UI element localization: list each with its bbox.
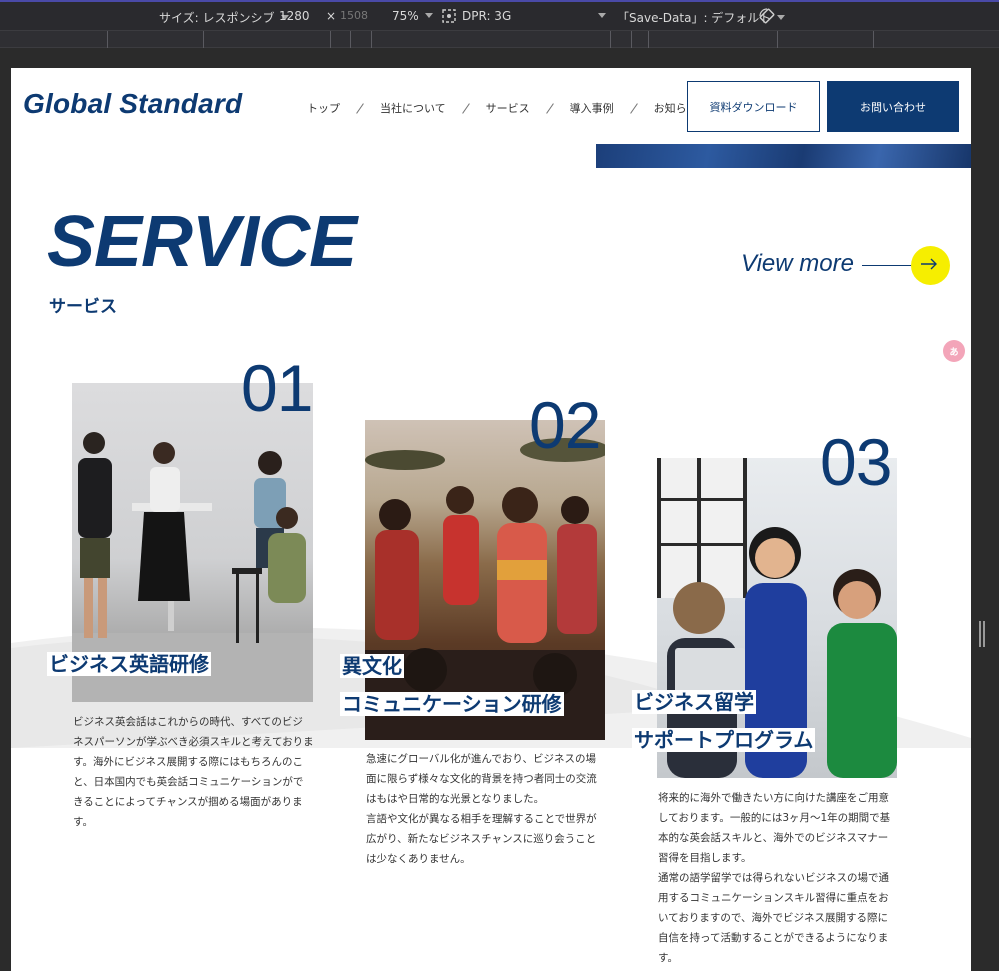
times-symbol: × — [326, 9, 337, 23]
hero-image-strip — [596, 144, 971, 168]
card-description: 将来的に海外で働きたい方に向けた講座をご用意 しております。一般的には3ヶ月〜1… — [658, 788, 908, 968]
section-title: SERVICE — [47, 202, 357, 282]
card-title-line: サポートプログラム — [632, 728, 816, 752]
card-title-line: コミュニケーション研修 — [340, 692, 564, 716]
card-description-line: ビジネス英会話はこれからの時代、すべてのビジ — [73, 716, 303, 728]
zoom-select[interactable]: 75% — [392, 9, 433, 23]
card-description-line: す。 — [658, 952, 678, 964]
card-title: 異文化 コミュニケーション研修 — [340, 647, 564, 723]
resize-handle[interactable] — [979, 621, 985, 647]
chevron-down-icon — [777, 15, 786, 20]
page-viewport: Global Standard トップ 当社について サービス 導入事例 お知ら… — [11, 68, 971, 971]
devtools-toolbar: サイズ: レスポンシブ 1280 × 1508 75% DPR: 3G 「Sav… — [0, 0, 999, 30]
card-title-line: 異文化 — [340, 654, 404, 678]
chevron-down-icon — [424, 13, 433, 18]
nav-separator — [356, 102, 364, 114]
arrow-right-icon — [921, 258, 937, 270]
view-more-link[interactable]: View more — [741, 250, 854, 278]
card-description-line: きることによってチャンスが掴める場面がありま — [73, 796, 303, 808]
dpr-select[interactable]: DPR: 3G — [442, 9, 511, 23]
card-description-line: ネスパーソンが学ぶべき必須スキルと考えておりま — [73, 736, 314, 748]
card-description: ビジネス英会話はこれからの時代、すべてのビジ ネスパーソンが学ぶべき必須スキルと… — [73, 712, 321, 832]
devtools-gutter — [0, 48, 999, 68]
zoom-label: 75% — [392, 9, 419, 23]
card-number: 02 — [529, 388, 601, 462]
card-description-line: 将来的に海外で働きたい方に向けた講座をご用意 — [658, 792, 889, 804]
card-title-line: ビジネス英語研修 — [47, 652, 211, 676]
site-logo[interactable]: Global Standard — [23, 88, 242, 120]
card-description-line: 本的な英会話スキルと、海外でのビジネスマナー — [658, 832, 889, 844]
rotate-button[interactable] — [758, 7, 776, 28]
card-description-line: 習得を目指します。 — [658, 852, 752, 864]
card-description-line: 広がり、新たなビジネスチャンスに巡り会うこと — [366, 833, 597, 845]
download-button[interactable]: 資料ダウンロード — [687, 81, 820, 132]
card-description: 急速にグローバル化が進んでおり、ビジネスの場 面に限らず様々な文化的背景を持つ者… — [366, 749, 616, 869]
card-description-line: 自信を持って活動することができるようになりま — [658, 932, 889, 944]
card-number: 01 — [241, 351, 313, 425]
section-subtitle: サービス — [49, 297, 117, 317]
card-description-line: 急速にグローバル化が進んでおり、ビジネスの場 — [366, 753, 596, 765]
throttle-select[interactable] — [592, 9, 606, 23]
media-query-ruler[interactable] — [0, 30, 999, 48]
device-size-label: サイズ: レスポンシブ — [159, 11, 275, 25]
card-description-line: しております。一般的には3ヶ月〜1年の期間で基 — [658, 812, 891, 824]
nav-item-top[interactable]: トップ — [307, 100, 340, 116]
card-description-line: は少なくありません。 — [366, 853, 471, 865]
card-description-line: す。 — [73, 816, 93, 828]
width-input[interactable]: 1280 — [279, 9, 310, 23]
dpr-label: DPR: 3G — [462, 9, 512, 23]
height-input[interactable]: 1508 — [340, 9, 368, 22]
card-description-line: 用するコミュニケーションスキル習得に重点をお — [658, 892, 889, 904]
card-description-line: す。海外にビジネス展開する際にはもちろんのこ — [73, 756, 303, 768]
device-size-select[interactable]: サイズ: レスポンシブ — [159, 9, 289, 26]
card-title: ビジネス留学 サポートプログラム — [632, 683, 816, 759]
contact-button[interactable]: お問い合わせ — [827, 81, 959, 132]
nav-separator — [461, 102, 470, 114]
card-title: ビジネス英語研修 — [47, 645, 211, 683]
dpr-icon — [442, 9, 456, 23]
card-description-line: はもはや日常的な光景となりました。 — [366, 793, 545, 805]
nav-separator — [545, 102, 554, 114]
chevron-down-icon — [598, 13, 606, 18]
nav-separator — [629, 102, 638, 114]
nav-item-service[interactable]: サービス — [486, 100, 530, 116]
nav-item-about[interactable]: 当社について — [380, 100, 446, 116]
nav-item-cases[interactable]: 導入事例 — [570, 100, 614, 116]
card-description-line: 通常の語学留学では得られないビジネスの場で通 — [658, 872, 889, 884]
rotate-icon — [759, 8, 775, 24]
card-description-line: 言語や文化が異なる相手を理解することで世界が — [366, 813, 597, 825]
card-title-line: ビジネス留学 — [632, 690, 756, 714]
global-nav: トップ 当社について サービス 導入事例 お知らせ — [307, 100, 697, 116]
card-description-line: 面に限らず様々な文化的背景を持つ者同士の交流 — [366, 773, 597, 785]
card-description-line: と、日本国内でも英会話コミュニケーションがで — [73, 776, 304, 788]
translate-icon[interactable]: あ — [943, 340, 965, 362]
card-description-line: いておりますので、海外でビジネス展開する際に — [658, 912, 888, 924]
save-data-label: 「Save-Data」: デフォルト — [617, 11, 772, 25]
card-number: 03 — [820, 425, 892, 499]
